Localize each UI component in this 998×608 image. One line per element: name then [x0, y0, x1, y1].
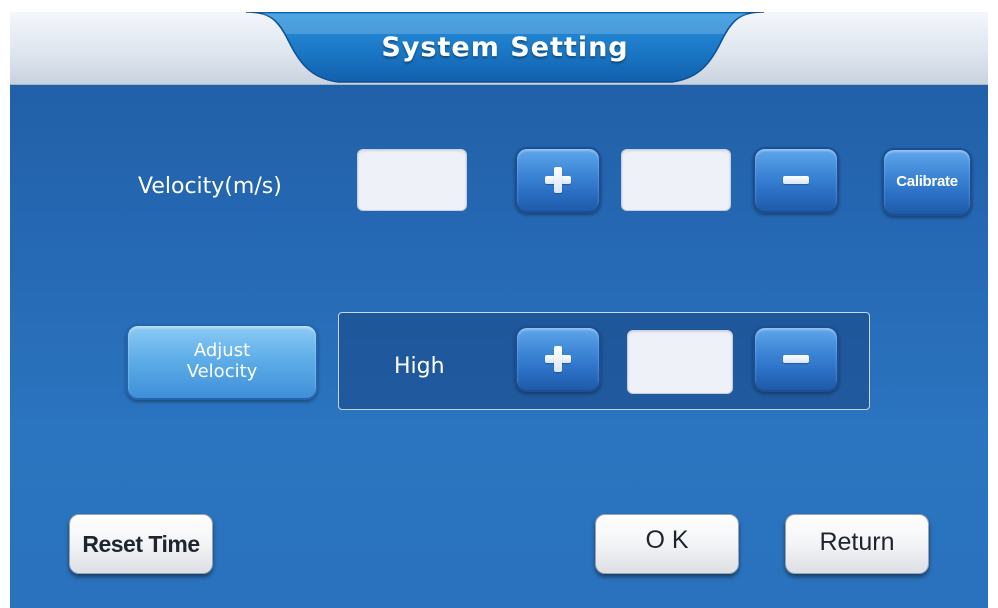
page-title: System Setting [381, 32, 629, 63]
minus-icon [783, 355, 809, 363]
ok-button[interactable]: O K [595, 514, 739, 574]
plus-icon [545, 346, 571, 372]
level-value-field[interactable] [627, 330, 733, 394]
velocity-increase-button[interactable] [515, 147, 601, 213]
velocity-label: Velocity(m/s) [138, 174, 282, 199]
velocity-adjust-field[interactable] [621, 149, 731, 211]
level-increase-button[interactable] [515, 326, 601, 392]
return-button[interactable]: Return [785, 514, 929, 574]
adjust-velocity-label-line1: Adjust [193, 340, 251, 361]
velocity-level-label: High [394, 354, 445, 379]
settings-screen: System Setting Velocity(m/s) Calibrate A… [10, 12, 988, 608]
plus-icon [545, 167, 571, 193]
reset-time-button[interactable]: Reset Time [69, 514, 213, 574]
velocity-decrease-button[interactable] [753, 147, 839, 213]
calibrate-button[interactable]: Calibrate [882, 148, 972, 216]
adjust-velocity-label-line2: Velocity [186, 361, 258, 382]
velocity-current-field[interactable] [357, 149, 467, 211]
adjust-velocity-button[interactable]: Adjust Velocity [126, 324, 318, 400]
minus-icon [783, 176, 809, 184]
level-decrease-button[interactable] [753, 326, 839, 392]
